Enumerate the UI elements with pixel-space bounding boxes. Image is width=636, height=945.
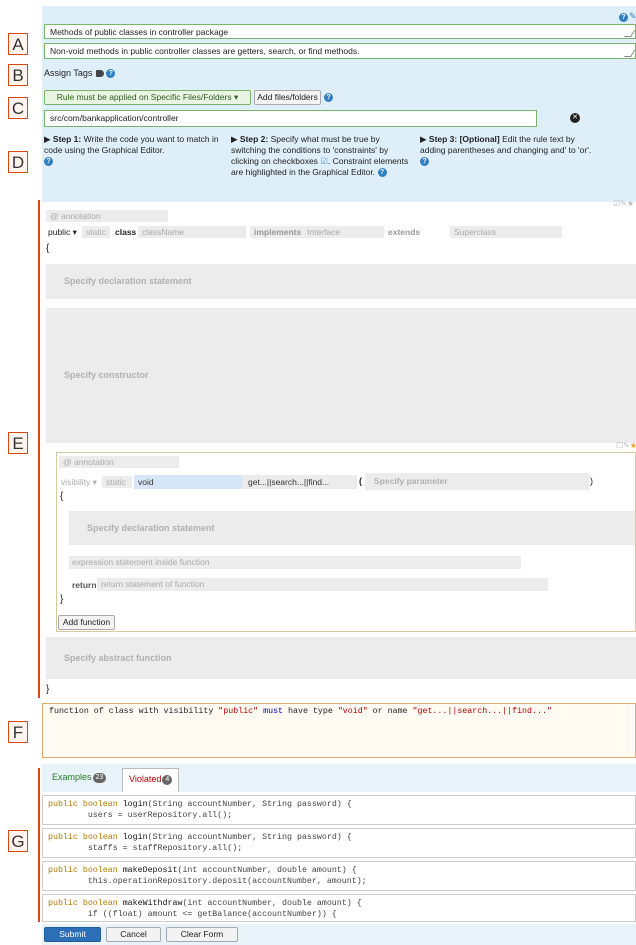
class-toolbar-icons[interactable]: ☑✎★ (613, 199, 634, 208)
class-name-field[interactable]: className (138, 226, 246, 238)
add-function-button[interactable]: Add function (58, 615, 115, 630)
class-open-brace: { (46, 243, 50, 254)
step-2: ▶ Step 2: Specify what must be true by s… (231, 134, 409, 178)
checkbox-icon: ☑ (320, 156, 328, 166)
function-type-field[interactable]: void (134, 475, 242, 489)
function-paren-close: ) (590, 476, 593, 486)
function-declaration-statement[interactable]: Specify declaration statement (69, 511, 635, 545)
class-keyword: class (115, 227, 137, 237)
rule-title-field[interactable]: Methods of public classes in controller … (44, 24, 636, 39)
function-close-brace: } (60, 594, 64, 605)
rule-text-area[interactable]: function of class with visibility "publi… (42, 703, 636, 758)
code-snippet[interactable]: public boolean makeDeposit(int accountNu… (42, 861, 636, 891)
help-icon[interactable]: ? (106, 69, 116, 79)
abstract-function-placeholder[interactable]: Specify abstract function (46, 637, 636, 679)
help-icon[interactable]: ? (44, 157, 53, 167)
assign-tags[interactable]: Assign Tags ? (44, 68, 116, 79)
section-letter-c: C (8, 97, 28, 119)
constructor-placeholder[interactable]: Specify constructor (46, 308, 636, 443)
class-annotation[interactable]: @ annotation (46, 210, 168, 222)
function-parameter-field[interactable]: Specify parameter (365, 473, 589, 490)
graphical-editor: ☑✎★ @ annotation public ▾ static class c… (42, 199, 636, 698)
return-statement-field[interactable]: return statement of function (97, 578, 548, 591)
code-snippet[interactable]: public boolean login(String accountNumbe… (42, 828, 636, 858)
file-path-field[interactable]: src/com/bankapplication/controller (44, 110, 537, 127)
scope-selector[interactable]: Rule must be applied on Specific Files/F… (44, 90, 251, 105)
cancel-button[interactable]: Cancel (106, 927, 161, 942)
clear-form-button[interactable]: Clear Form (166, 927, 238, 942)
interface-field[interactable]: Interface (303, 226, 389, 238)
class-declaration-statement[interactable]: Specify declaration statement (46, 264, 636, 299)
function-annotation[interactable]: @ annotation (59, 456, 179, 468)
submit-button[interactable]: Submit (44, 927, 101, 942)
results-tabs: Examples 23 Violated 4 (42, 764, 636, 792)
function-visibility-select[interactable]: visibility ▾ (61, 477, 97, 488)
section-letter-a: A (8, 33, 28, 55)
tab-examples[interactable]: Examples 23 (52, 772, 107, 783)
section-letter-f: F (8, 721, 28, 743)
return-keyword: return (72, 580, 97, 590)
assign-tags-label: Assign Tags (44, 68, 93, 78)
function-open-brace: { (60, 491, 64, 502)
section-letter-e: E (8, 432, 28, 454)
class-close-brace: } (46, 684, 50, 695)
code-snippet[interactable]: public boolean login(String accountNumbe… (42, 795, 636, 825)
help-icon[interactable]: ? (619, 12, 628, 23)
help-icon[interactable]: ? (420, 157, 429, 167)
chevron-down-icon: ▾ (233, 92, 239, 102)
class-static-toggle[interactable]: static (82, 226, 110, 238)
tag-icon (95, 70, 104, 78)
extends-keyword: extends (384, 226, 424, 238)
function-box: ☐✎★ @ annotation visibility ▾ static voi… (56, 441, 636, 632)
code-snippet[interactable]: public boolean makeWithdraw(int accountN… (42, 894, 636, 922)
superclass-field[interactable]: Superclass (450, 226, 562, 238)
class-visibility-select[interactable]: public ▾ (48, 227, 77, 238)
section-letter-g: G (8, 830, 28, 852)
tab-violated[interactable]: Violated 4 (122, 768, 180, 792)
function-name-field[interactable]: get...||search...||find... (242, 475, 357, 489)
function-paren-open: ( (359, 476, 362, 486)
function-toolbar-icons[interactable]: ☐✎★ (616, 441, 636, 450)
function-static-toggle[interactable]: static (102, 476, 132, 488)
help-icon[interactable]: ? (324, 93, 333, 102)
expression-statement-field[interactable]: expression statement inside function (69, 556, 521, 569)
add-files-button[interactable]: Add files/folders (254, 90, 321, 105)
remove-path-icon[interactable]: ✕ (570, 113, 580, 123)
step-1: ▶ Step 1: Write the code you want to mat… (44, 134, 219, 167)
rule-description-field[interactable]: Non-void methods in public controller cl… (44, 43, 636, 59)
pencil-icon[interactable]: ✎ (629, 11, 636, 21)
section-letter-b: B (8, 64, 28, 86)
section-e-bar (38, 200, 40, 698)
step-3: ▶ Step 3: [Optional] Edit the rule text … (420, 134, 592, 167)
section-g-bar (38, 768, 40, 922)
implements-keyword: implements (250, 226, 303, 238)
help-icon[interactable]: ? (377, 168, 387, 178)
section-letter-d: D (8, 151, 28, 173)
